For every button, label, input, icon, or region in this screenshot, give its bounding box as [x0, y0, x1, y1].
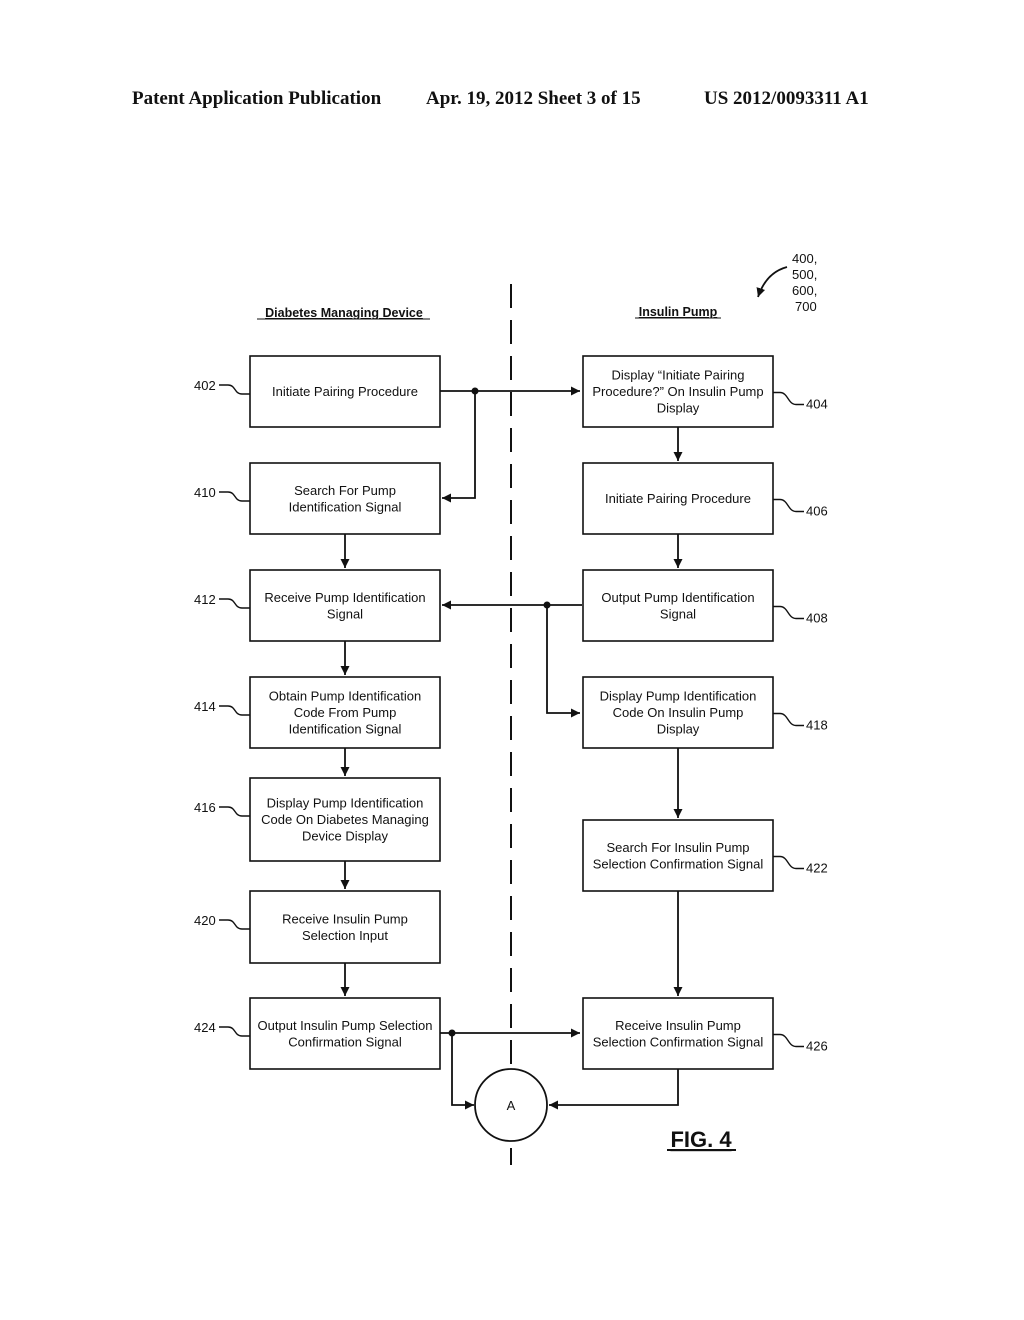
step-text-line: Display Pump Identification — [267, 796, 424, 811]
step-text-line: Display — [657, 401, 700, 416]
lane-title-right: Insulin Pump — [639, 305, 718, 319]
step-408: Output Pump IdentificationSignal 408 — [582, 569, 828, 642]
ref-leader-line — [773, 1033, 804, 1048]
step-text-line: Search For Insulin Pump — [606, 840, 749, 855]
ref-leader-line — [773, 391, 804, 406]
figure-label: FIG. 4 — [670, 1127, 732, 1152]
step-418: Display Pump IdentificationCode On Insul… — [582, 676, 828, 749]
step-text-line: Output Pump Identification — [601, 590, 754, 605]
step-text-line: Output Insulin Pump Selection — [258, 1018, 433, 1033]
step-402: Initiate Pairing Procedure 402 — [194, 355, 441, 428]
ref-600: 600, — [792, 283, 817, 298]
ref-leader-line — [219, 919, 250, 930]
arrow-408-418 — [546, 605, 580, 718]
ref-leader-line — [219, 705, 250, 716]
step-406: Initiate Pairing Procedure 406 — [582, 462, 828, 535]
step-ref-number: 410 — [194, 485, 216, 500]
step-text-line: Initiate Pairing Procedure — [272, 384, 418, 399]
step-text-line: Code On Insulin Pump — [613, 705, 744, 720]
ref-leader-line — [219, 491, 250, 502]
step-text-line: Display Pump Identification — [600, 689, 757, 704]
step-text-line: Receive Insulin Pump — [282, 911, 408, 926]
arrow-426-connector-a — [549, 1069, 679, 1110]
arrow-424-connector-a — [451, 1033, 474, 1110]
step-text-line: Obtain Pump Identification — [269, 689, 421, 704]
ref-500: 500, — [792, 267, 817, 282]
step-text-line: Display — [657, 722, 700, 737]
step-412: Receive Pump IdentificationSignal 412 — [194, 569, 441, 642]
step-text-line: Receive Pump Identification — [264, 590, 425, 605]
step-text-line: Identification Signal — [289, 499, 402, 514]
ref-leader-line — [219, 598, 250, 609]
step-ref-number: 420 — [194, 913, 216, 928]
step-ref-number: 404 — [806, 397, 828, 412]
step-text-line: Selection Input — [302, 928, 388, 943]
step-ref-number: 416 — [194, 800, 216, 815]
step-text-line: Procedure?” On Insulin Pump — [592, 384, 763, 399]
step-text-line: Device Display — [302, 829, 388, 844]
step-ref-number: 402 — [194, 378, 216, 393]
step-410: Search For PumpIdentification Signal 410 — [194, 462, 441, 535]
step-text-line: Selection Confirmation Signal — [593, 1034, 764, 1049]
step-text-line: Receive Insulin Pump — [615, 1018, 741, 1033]
arrow-402-410 — [442, 391, 476, 503]
step-ref-number: 418 — [806, 718, 828, 733]
step-426: Receive Insulin PumpSelection Confirmati… — [582, 997, 828, 1070]
step-text-line: Identification Signal — [289, 722, 402, 737]
lane-title-left: Diabetes Managing Device — [265, 306, 423, 320]
ref-leader-line — [773, 498, 804, 513]
step-424: Output Insulin Pump SelectionConfirmatio… — [194, 997, 441, 1070]
step-ref-number: 426 — [806, 1039, 828, 1054]
ref-leader-line — [773, 712, 804, 727]
connector-a: A — [474, 1068, 548, 1142]
step-text-line: Code From Pump — [294, 705, 397, 720]
step-text-line: Signal — [660, 606, 696, 621]
step-ref-number: 414 — [194, 699, 216, 714]
step-text-line: Code On Diabetes Managing — [261, 812, 429, 827]
ref-leader-line — [773, 605, 804, 620]
ref-400: 400, — [792, 251, 817, 266]
step-ref-number: 406 — [806, 504, 828, 519]
step-text-line: Search For Pump — [294, 483, 396, 498]
connector-label: A — [507, 1098, 516, 1113]
step-text-line: Confirmation Signal — [288, 1034, 402, 1049]
step-text-line: Selection Confirmation Signal — [593, 856, 764, 871]
flowchart-figure: 400, 500, 600, 700 Diabetes Managing Dev… — [194, 251, 828, 1165]
step-text-line: Signal — [327, 606, 363, 621]
step-ref-number: 422 — [806, 861, 828, 876]
step-ref-number: 412 — [194, 592, 216, 607]
ref-leader-line — [219, 384, 250, 395]
step-414: Obtain Pump IdentificationCode From Pump… — [194, 676, 441, 749]
ref-700: 700 — [795, 299, 817, 314]
step-420: Receive Insulin Pump Selection Input 420 — [194, 890, 441, 964]
step-416: Display Pump IdentificationCode On Diabe… — [194, 777, 441, 862]
step-text-line: Display “Initiate Pairing — [612, 368, 745, 383]
ref-leader-line — [219, 1026, 250, 1037]
step-ref-number: 408 — [806, 611, 828, 626]
step-text-line: Initiate Pairing Procedure — [605, 491, 751, 506]
ref-leader-line — [773, 855, 804, 870]
step-404: Display “Initiate PairingProcedure?” On … — [582, 355, 828, 428]
reference-numbers: 400, 500, 600, 700 — [792, 251, 817, 314]
step-ref-number: 424 — [194, 1020, 216, 1035]
ref-leader-line — [219, 806, 250, 817]
reference-arrow-icon — [756, 266, 788, 298]
step-422: Search For Insulin PumpSelection Confirm… — [582, 819, 828, 892]
